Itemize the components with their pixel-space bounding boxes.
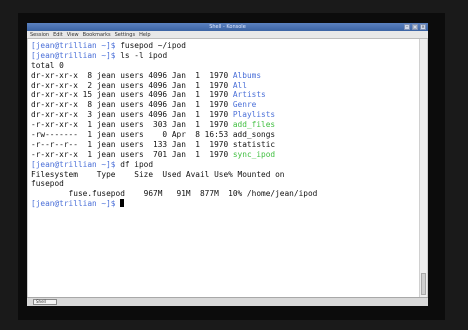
maximize-button[interactable]: □	[412, 24, 418, 30]
terminal-line: [jean@trillian ~]$ fusepod ~/ipod	[31, 41, 317, 51]
terminal-area[interactable]: [jean@trillian ~]$ fusepod ~/ipod [jean@t…	[27, 39, 428, 297]
command-output: fuse.fusepod 967M 91M 877M 10% /home/jea…	[31, 189, 318, 199]
command-output: -rw------- 1 jean users 0 Apr 8 16:53 ad…	[31, 130, 276, 140]
executable-name: sync_ipod	[232, 149, 276, 159]
command-output: -r-xr-xr-x 1 jean users 701 Jan 1 1970	[31, 149, 233, 159]
vertical-scrollbar[interactable]	[419, 39, 427, 297]
typed-command: ls -l ipod	[120, 50, 168, 60]
command-output: Filesystem Type Size Used Avail Use% Mou…	[31, 169, 285, 179]
command-output: -r--r--r-- 1 jean users 133 Jan 1 1970 s…	[31, 139, 276, 149]
terminal-line: -rw------- 1 jean users 0 Apr 8 16:53 ad…	[31, 130, 317, 140]
terminal-line: fusepod	[31, 179, 317, 189]
command-output: dr-xr-xr-x 2 jean users 4096 Jan 1 1970	[31, 80, 233, 90]
typed-command: fusepod ~/ipod	[120, 41, 186, 50]
directory-name: All	[232, 80, 247, 90]
terminal-line: dr-xr-xr-x 2 jean users 4096 Jan 1 1970 …	[31, 81, 317, 91]
scrollbar-thumb[interactable]	[421, 273, 426, 295]
text-cursor	[120, 199, 125, 208]
terminal-line: dr-xr-xr-x 15 jean users 4096 Jan 1 1970…	[31, 90, 317, 100]
directory-name: Genre	[232, 100, 257, 110]
menu-settings[interactable]: Settings	[115, 31, 136, 38]
shell-prompt: [jean@trillian ~]$	[31, 159, 121, 169]
terminal-line: total 0	[31, 61, 317, 71]
menubar: Session Edit View Bookmarks Settings Hel…	[27, 31, 428, 39]
taskbar: Shell	[27, 297, 428, 306]
terminal-output: [jean@trillian ~]$ fusepod ~/ipod [jean@t…	[31, 41, 317, 209]
terminal-line: [jean@trillian ~]$ df ipod	[31, 160, 317, 170]
terminal-line: fuse.fusepod 967M 91M 877M 10% /home/jea…	[31, 189, 318, 199]
terminal-line: Filesystem Type Size Used Avail Use% Mou…	[31, 170, 317, 180]
command-output: total 0	[31, 60, 64, 70]
menu-view[interactable]: View	[67, 31, 79, 38]
terminal-line: dr-xr-xr-x 8 jean users 4096 Jan 1 1970 …	[31, 71, 317, 81]
minimize-button[interactable]: –	[404, 24, 410, 30]
executable-name: add_files	[232, 120, 276, 130]
menu-edit[interactable]: Edit	[53, 31, 63, 38]
command-output: dr-xr-xr-x 15 jean users 4096 Jan 1 1970	[31, 90, 233, 100]
taskbar-shell-button[interactable]: Shell	[33, 299, 57, 305]
terminal-line: -r--r--r-- 1 jean users 133 Jan 1 1970 s…	[31, 140, 317, 150]
menu-help[interactable]: Help	[139, 31, 150, 38]
window-controls: – □ ×	[404, 24, 426, 30]
window-titlebar[interactable]: Shell - Konsole – □ ×	[27, 23, 428, 31]
command-output: -r-xr-xr-x 1 jean users 303 Jan 1 1970	[31, 120, 233, 130]
directory-name: Playlists	[232, 110, 276, 120]
shell-prompt: [jean@trillian ~]$	[31, 50, 121, 60]
directory-name: Albums	[232, 70, 262, 80]
terminal-line: [jean@trillian ~]$ ls -l ipod	[31, 51, 317, 61]
command-output: dr-xr-xr-x 8 jean users 4096 Jan 1 1970	[31, 70, 233, 80]
terminal-line: -r-xr-xr-x 1 jean users 303 Jan 1 1970 a…	[31, 120, 317, 130]
shell-prompt: [jean@trillian ~]$	[31, 199, 121, 209]
typed-command: df ipod	[120, 159, 154, 169]
terminal-line: dr-xr-xr-x 8 jean users 4096 Jan 1 1970 …	[31, 100, 317, 110]
terminal-line: [jean@trillian ~]$	[31, 199, 317, 209]
directory-name: Artists	[232, 90, 266, 100]
close-button[interactable]: ×	[420, 24, 426, 30]
menu-session[interactable]: Session	[30, 31, 49, 38]
window-title: Shell - Konsole	[209, 24, 246, 30]
command-output: dr-xr-xr-x 8 jean users 4096 Jan 1 1970	[31, 100, 233, 110]
terminal-line: dr-xr-xr-x 3 jean users 4096 Jan 1 1970 …	[31, 110, 317, 120]
terminal-line: -r-xr-xr-x 1 jean users 701 Jan 1 1970 s…	[31, 150, 317, 160]
menu-bookmarks[interactable]: Bookmarks	[83, 31, 111, 38]
command-output: fusepod	[31, 179, 64, 189]
shell-prompt: [jean@trillian ~]$	[31, 41, 121, 50]
command-output: dr-xr-xr-x 3 jean users 4096 Jan 1 1970	[31, 110, 233, 120]
